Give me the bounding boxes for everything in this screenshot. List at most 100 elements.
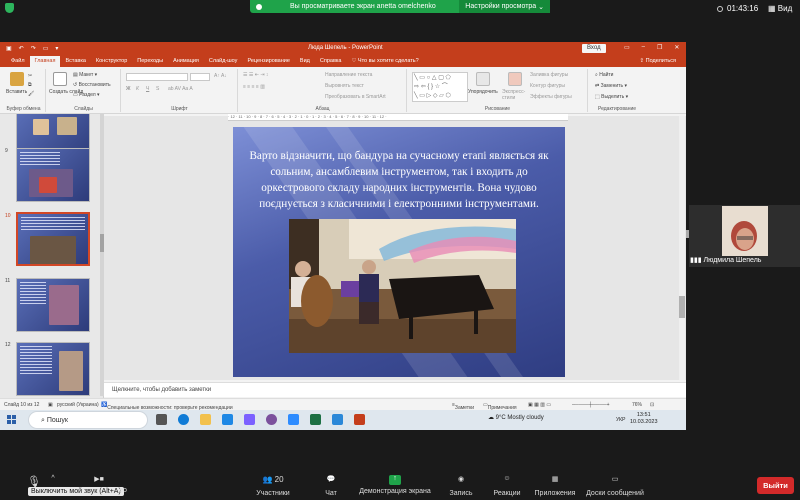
text-direction-button[interactable]: Направление текста bbox=[325, 72, 372, 78]
save-icon[interactable]: ▣ bbox=[6, 45, 12, 52]
tab-review[interactable]: Рецензирование bbox=[242, 56, 294, 67]
zoom-app-icon[interactable] bbox=[288, 414, 299, 425]
slide-photo[interactable] bbox=[289, 219, 516, 353]
present-icon[interactable]: ▭ bbox=[43, 45, 49, 52]
leave-meeting-button[interactable]: Выйти bbox=[757, 477, 794, 494]
notes-toggle[interactable]: ≡ Заметки bbox=[452, 402, 474, 411]
format-painter-icon[interactable]: 🖌 bbox=[28, 91, 34, 97]
file-explorer-icon[interactable] bbox=[200, 414, 211, 425]
video-button[interactable]: ▶■ bbox=[86, 475, 112, 490]
weather-widget[interactable]: ☁ 9°C Mostly cloudy bbox=[488, 414, 544, 421]
accessibility-status[interactable]: ♿ Специальные возможности: проверьте рек… bbox=[101, 402, 233, 411]
section-button[interactable]: ▭ Раздел ▾ bbox=[73, 92, 100, 98]
copy-icon[interactable]: ⧉ bbox=[28, 82, 32, 88]
undo-icon[interactable]: ↶ bbox=[19, 45, 24, 52]
language-status[interactable]: русский (Украина) bbox=[57, 402, 99, 408]
taskbar-clock[interactable]: 13:51 10.03.2023 bbox=[630, 412, 658, 426]
bold-button[interactable]: Ж bbox=[126, 86, 131, 92]
font-size-select[interactable] bbox=[190, 73, 210, 81]
apps-button[interactable]: ▦ Приложения bbox=[532, 475, 578, 497]
thumbnail-slide-9[interactable] bbox=[16, 148, 90, 202]
align-text-button[interactable]: Выровнять текст bbox=[325, 83, 364, 89]
view-options-button[interactable]: Настройки просмотра ⌄ bbox=[459, 0, 550, 13]
zoom-slider[interactable]: –────┼────+ bbox=[572, 402, 610, 408]
excel-icon[interactable] bbox=[310, 414, 321, 425]
video-app-icon[interactable] bbox=[332, 414, 343, 425]
store-icon[interactable] bbox=[244, 414, 255, 425]
edge-icon[interactable] bbox=[178, 414, 189, 425]
quick-styles-icon[interactable] bbox=[508, 72, 522, 86]
thumbnail-slide-10[interactable] bbox=[16, 212, 90, 266]
replace-button[interactable]: ⇄ Заменить ▾ bbox=[595, 83, 627, 89]
find-button[interactable]: ⌕ Найти bbox=[595, 72, 613, 78]
italic-button[interactable]: К bbox=[136, 86, 139, 92]
record-button[interactable]: ◉ Запись bbox=[446, 475, 476, 497]
ribbon-display-icon[interactable]: ▭ bbox=[624, 44, 630, 51]
reset-button[interactable]: ↺ Восстановить bbox=[73, 82, 111, 88]
tab-file[interactable]: Файл bbox=[6, 56, 30, 67]
notes-pane[interactable]: Щелкните, чтобы добавить заметки bbox=[104, 382, 686, 397]
customize-qat-icon[interactable]: ▾ bbox=[55, 45, 58, 52]
windows-start-icon[interactable] bbox=[7, 415, 16, 424]
tab-animations[interactable]: Анимация bbox=[168, 56, 204, 67]
zoom-level[interactable]: 76% bbox=[632, 402, 642, 408]
align-icons[interactable]: ≡ ≡ ≡ ≡ ▥ bbox=[243, 84, 265, 90]
share-screen-button[interactable]: ↑ Демонстрация экрана bbox=[355, 475, 435, 495]
arrange-button[interactable]: Упорядочить bbox=[468, 89, 498, 95]
reactions-button[interactable]: ☺ Реакции bbox=[490, 475, 524, 497]
paste-button[interactable]: Вставить bbox=[6, 89, 27, 95]
comments-toggle[interactable]: ▭ Примечания bbox=[483, 402, 517, 411]
tab-view[interactable]: Вид bbox=[295, 56, 315, 67]
view-mode-icons[interactable]: ▣ ▦ ▥ ▭ bbox=[528, 402, 551, 408]
maximize-icon[interactable]: ❐ bbox=[657, 44, 662, 51]
tell-me-search[interactable]: ♡ Что вы хотите сделать? bbox=[346, 56, 423, 67]
input-language[interactable]: УКР bbox=[616, 417, 625, 423]
redo-icon[interactable]: ↷ bbox=[31, 45, 36, 52]
tab-help[interactable]: Справка bbox=[315, 56, 347, 67]
thumbnail-slide-12[interactable] bbox=[16, 342, 90, 396]
spellcheck-icon[interactable]: ▣ bbox=[48, 402, 53, 408]
chat-button[interactable]: 💬 Чат bbox=[318, 475, 344, 497]
audio-options-caret[interactable]: ^ bbox=[48, 475, 58, 482]
task-view-icon[interactable] bbox=[156, 414, 167, 425]
cut-icon[interactable]: ✂ bbox=[28, 73, 32, 79]
new-slide-icon[interactable] bbox=[53, 72, 67, 86]
select-button[interactable]: ⬚ Выделить ▾ bbox=[595, 94, 628, 100]
tab-design[interactable]: Конструктор bbox=[91, 56, 132, 67]
shape-fill-button[interactable]: Заливка фигуры bbox=[530, 72, 568, 78]
share-button[interactable]: ⇪ Поделиться bbox=[634, 56, 686, 67]
list-icons[interactable]: ☰ ☰ ⇤ ⇥ ↕ bbox=[243, 72, 268, 78]
shape-effects-button[interactable]: Эффекты фигуры bbox=[530, 94, 572, 100]
font-grow-icon[interactable]: A↑ A↓ bbox=[214, 73, 227, 79]
shape-outline-button[interactable]: Контур фигуры bbox=[530, 83, 565, 89]
powerpoint-taskbar-icon[interactable] bbox=[354, 414, 365, 425]
slide-body-text[interactable]: Варто відзначити, що бандура на сучасном… bbox=[248, 148, 550, 212]
slide-scrollbar[interactable] bbox=[679, 116, 685, 380]
video-panel-handle[interactable] bbox=[686, 230, 689, 238]
tab-home[interactable]: Главная bbox=[29, 56, 61, 67]
strike-button[interactable]: S bbox=[156, 86, 159, 92]
security-shield-icon[interactable] bbox=[5, 3, 14, 13]
participants-button[interactable]: 👥 20 Участники bbox=[250, 475, 296, 497]
whiteboards-button[interactable]: ▭ Доски сообщений bbox=[584, 475, 646, 497]
arrange-icon[interactable] bbox=[476, 72, 490, 86]
quick-styles-button[interactable]: Экспресс-стили bbox=[502, 89, 526, 101]
sign-in-button[interactable]: Вход bbox=[582, 44, 606, 53]
font-color-icon[interactable]: ab AV Aa A bbox=[168, 86, 193, 92]
viber-icon[interactable] bbox=[266, 414, 277, 425]
thumbnail-slide-11[interactable] bbox=[16, 278, 90, 332]
slide-scroll-thumb[interactable] bbox=[679, 296, 685, 318]
font-family-select[interactable] bbox=[126, 73, 188, 81]
fit-slide-icon[interactable]: ⊡ bbox=[650, 402, 654, 408]
close-icon[interactable]: ✕ bbox=[674, 44, 679, 51]
tab-transitions[interactable]: Переходы bbox=[132, 56, 168, 67]
taskbar-search[interactable]: ⌕ Пошук bbox=[28, 411, 148, 429]
tab-insert[interactable]: Вставка bbox=[60, 56, 90, 67]
layout-button[interactable]: ▤ Макет ▾ bbox=[73, 72, 97, 78]
tab-slideshow[interactable]: Слайд-шоу bbox=[204, 56, 243, 67]
paste-icon[interactable] bbox=[10, 72, 24, 86]
view-button[interactable]: ▦ Вид bbox=[768, 4, 792, 13]
smartart-button[interactable]: Преобразовать в SmartArt bbox=[325, 94, 386, 100]
mail-icon[interactable] bbox=[222, 414, 233, 425]
shapes-gallery[interactable]: ╲ ▭ ○ △ ▢ ⬠ ⇨ ⇦ { } ☆ ⌒ ╲ ▭ ▷ ◇ ▱ ⬡ bbox=[412, 72, 468, 102]
